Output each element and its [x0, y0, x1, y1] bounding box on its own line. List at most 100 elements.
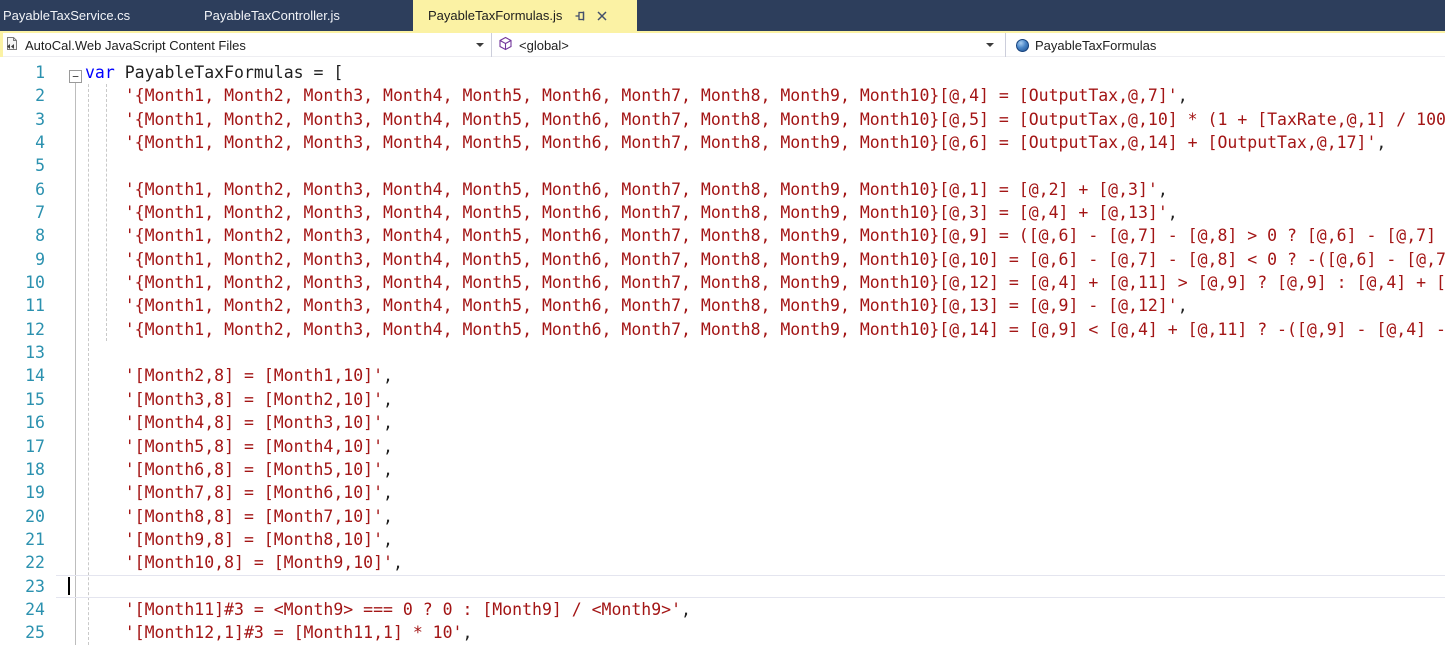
tab-payabletaxcontroller[interactable]: PayableTaxController.js: [178, 0, 408, 31]
code-rows: 1 var PayableTaxFormulas = [−2 '{Month1, …: [0, 57, 1445, 645]
line-number: 8: [35, 226, 45, 246]
code-line[interactable]: 25 '[Month12,1]#3 = [Month11,1] * 10',: [0, 621, 1445, 644]
code-text: '{Month1, Month2, Month3, Month4, Month5…: [85, 273, 1445, 293]
code-text: '{Month1, Month2, Month3, Month4, Month5…: [85, 249, 1445, 269]
code-line[interactable]: 23: [0, 574, 1445, 599]
code-line[interactable]: 17 '[Month5,8] = [Month4,10]',: [0, 435, 1445, 458]
code-line[interactable]: 9 '{Month1, Month2, Month3, Month4, Mont…: [0, 248, 1445, 271]
code-text: '[Month7,8] = [Month6,10]',: [85, 483, 393, 503]
tab-label: PayableTaxFormulas.js: [428, 8, 563, 23]
code-line[interactable]: 19 '[Month7,8] = [Month6,10]',: [0, 481, 1445, 504]
code-text: var PayableTaxFormulas = [: [85, 63, 344, 82]
line-number: 6: [35, 179, 45, 199]
code-text: '{Month1, Month2, Month3, Month4, Month5…: [85, 179, 1168, 199]
code-text: '[Month4,8] = [Month3,10]',: [85, 413, 393, 433]
line-number: 19: [25, 483, 45, 503]
code-line[interactable]: 3 '{Month1, Month2, Month3, Month4, Mont…: [0, 108, 1445, 131]
text-caret: [68, 577, 70, 596]
code-text: '{Month1, Month2, Month3, Month4, Month5…: [85, 319, 1445, 339]
code-text: '{Month1, Month2, Month3, Month4, Month5…: [85, 86, 1188, 106]
line-number: 4: [35, 133, 45, 153]
line-number: 24: [25, 599, 45, 619]
line-number: 11: [25, 296, 45, 316]
line-number: 23: [25, 576, 45, 596]
code-line[interactable]: 21 '[Month9,8] = [Month8,10]',: [0, 528, 1445, 551]
collapse-toggle-icon[interactable]: −: [69, 70, 82, 83]
divider: [1005, 33, 1006, 57]
line-number: 13: [25, 343, 45, 363]
line-number: 10: [25, 273, 45, 293]
code-text: '[Month10,8] = [Month9,10]',: [85, 553, 403, 573]
code-editor[interactable]: 1 var PayableTaxFormulas = [−2 '{Month1, …: [0, 57, 1445, 648]
line-number: 18: [25, 459, 45, 479]
pin-icon[interactable]: [574, 9, 588, 23]
code-text: '[Month6,8] = [Month5,10]',: [85, 459, 393, 479]
code-text: '[Month3,8] = [Month2,10]',: [85, 389, 393, 409]
code-line[interactable]: 22 '[Month10,8] = [Month9,10]',: [0, 551, 1445, 574]
line-number: 1: [35, 63, 45, 82]
line-number: 25: [25, 623, 45, 643]
code-text: '{Month1, Month2, Month3, Month4, Month5…: [85, 109, 1445, 129]
code-text: '{Month1, Month2, Month3, Month4, Month5…: [85, 226, 1445, 246]
chevron-down-icon[interactable]: [986, 43, 994, 47]
document-tab-bar: PayableTaxService.cs PayableTaxControlle…: [0, 0, 1445, 31]
line-number: 3: [35, 109, 45, 129]
code-line[interactable]: 1 var PayableTaxFormulas = [−: [0, 61, 1445, 84]
scope-dropdown-label: <global>: [519, 37, 569, 53]
tab-label: PayableTaxService.cs: [3, 8, 131, 23]
namespace-cube-icon: [498, 36, 513, 54]
line-number: 16: [25, 413, 45, 433]
code-line[interactable]: 18 '[Month6,8] = [Month5,10]',: [0, 458, 1445, 481]
code-line[interactable]: 11 '{Month1, Month2, Month3, Month4, Mon…: [0, 294, 1445, 317]
code-line[interactable]: 7 '{Month1, Month2, Month3, Month4, Mont…: [0, 201, 1445, 224]
line-number: 9: [35, 249, 45, 269]
code-line[interactable]: 24 '[Month11]#3 = <Month9> === 0 ? 0 : […: [0, 598, 1445, 621]
code-text: '{Month1, Month2, Month3, Month4, Month5…: [85, 296, 1188, 316]
line-number: 22: [25, 553, 45, 573]
code-text: '[Month12,1]#3 = [Month11,1] * 10',: [85, 623, 473, 643]
code-text: '[Month8,8] = [Month7,10]',: [85, 506, 393, 526]
navigation-bar: AutoCal.Web JavaScript Content Files <gl…: [0, 33, 1445, 57]
member-dropdown-label: PayableTaxFormulas: [1035, 37, 1157, 53]
code-text: '[Month5,8] = [Month4,10]',: [85, 436, 393, 456]
line-number: 12: [25, 319, 45, 339]
code-line[interactable]: 12 '{Month1, Month2, Month3, Month4, Mon…: [0, 318, 1445, 341]
code-line[interactable]: 8 '{Month1, Month2, Month3, Month4, Mont…: [0, 224, 1445, 247]
line-number: 20: [25, 506, 45, 526]
tab-label: PayableTaxController.js: [204, 8, 340, 23]
code-line[interactable]: 20 '[Month8,8] = [Month7,10]',: [0, 505, 1445, 528]
code-line[interactable]: 10 '{Month1, Month2, Month3, Month4, Mon…: [0, 271, 1445, 294]
project-dropdown-label: AutoCal.Web JavaScript Content Files: [25, 37, 246, 53]
code-line[interactable]: 14 '[Month2,8] = [Month1,10]',: [0, 364, 1445, 387]
code-line[interactable]: 13: [0, 341, 1445, 364]
line-number: 2: [35, 86, 45, 106]
document-well-edge: [0, 33, 3, 57]
code-line[interactable]: 16 '[Month4,8] = [Month3,10]',: [0, 411, 1445, 434]
line-number: 7: [35, 203, 45, 223]
code-text: '[Month2,8] = [Month1,10]',: [85, 366, 393, 386]
member-dropdown[interactable]: PayableTaxFormulas: [1016, 33, 1156, 57]
project-dropdown[interactable]: AutoCal.Web JavaScript Content Files: [4, 33, 246, 57]
line-number: 14: [25, 366, 45, 386]
code-line[interactable]: 15 '[Month3,8] = [Month2,10]',: [0, 388, 1445, 411]
divider: [491, 33, 492, 57]
chevron-down-icon[interactable]: [476, 43, 484, 47]
code-line[interactable]: 2 '{Month1, Month2, Month3, Month4, Mont…: [0, 84, 1445, 107]
code-text: '[Month11]#3 = <Month9> === 0 ? 0 : [Mon…: [85, 599, 691, 619]
line-number: 21: [25, 529, 45, 549]
line-number: 5: [35, 156, 45, 176]
code-text: '{Month1, Month2, Month3, Month4, Month5…: [85, 133, 1387, 153]
line-number: 17: [25, 436, 45, 456]
code-line[interactable]: 6 '{Month1, Month2, Month3, Month4, Mont…: [0, 178, 1445, 201]
js-content-files-icon: [4, 36, 19, 54]
line-number: 15: [25, 389, 45, 409]
code-text: '[Month9,8] = [Month8,10]',: [85, 529, 393, 549]
code-text: '{Month1, Month2, Month3, Month4, Month5…: [85, 203, 1178, 223]
code-line[interactable]: 4 '{Month1, Month2, Month3, Month4, Mont…: [0, 131, 1445, 154]
code-line[interactable]: 5: [0, 154, 1445, 177]
member-sphere-icon: [1016, 38, 1029, 52]
close-icon[interactable]: [596, 10, 608, 22]
tab-payabletaxformulas-active[interactable]: PayableTaxFormulas.js: [413, 0, 637, 31]
scope-dropdown[interactable]: <global>: [498, 33, 569, 57]
tab-payabletaxservice[interactable]: PayableTaxService.cs: [0, 0, 175, 31]
